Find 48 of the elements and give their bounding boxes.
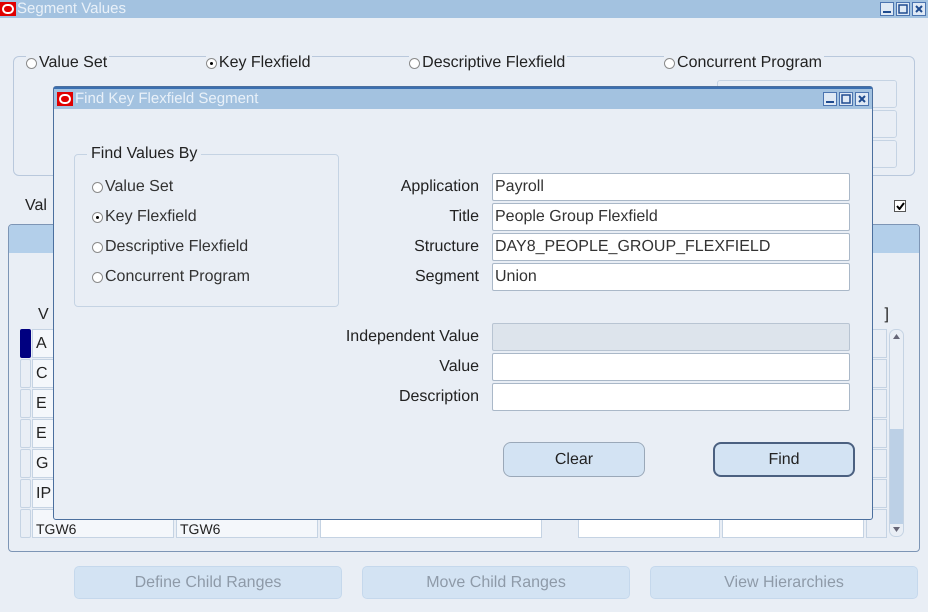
logo-icon [57, 92, 73, 106]
minimize-icon[interactable] [880, 2, 894, 16]
field-label: Title [448, 207, 479, 227]
field-label: Structure [413, 237, 479, 257]
minimize-icon[interactable] [823, 92, 837, 106]
close-icon[interactable] [912, 2, 926, 16]
checkbox[interactable] [894, 200, 906, 212]
dialog-button[interactable]: Find [713, 442, 855, 477]
column-header: ] [884, 305, 889, 325]
radio-button[interactable] [26, 58, 37, 68]
radio-button[interactable] [409, 58, 420, 68]
radio-label[interactable]: Value Set [39, 51, 108, 75]
field-label: Application [400, 177, 479, 197]
radio-button[interactable] [664, 58, 676, 68]
group-title: Find Values By [87, 145, 202, 163]
radio-button[interactable] [92, 242, 103, 252]
input-field[interactable] [492, 383, 850, 411]
logo-icon [0, 2, 16, 16]
radio-label[interactable]: Value Set [105, 175, 174, 199]
input-field[interactable] [492, 353, 850, 381]
maximize-icon[interactable] [896, 2, 910, 16]
radio-button[interactable] [92, 212, 103, 222]
window-title: Segment Values [17, 0, 126, 19]
dialog-button[interactable]: Clear [503, 442, 645, 477]
radio-label[interactable]: Concurrent Program [677, 51, 822, 75]
radio-button[interactable] [92, 272, 103, 282]
scrollbar[interactable] [889, 329, 904, 537]
radio-label[interactable]: Concurrent Program [105, 265, 250, 289]
field-label: Segment [414, 267, 479, 287]
field-label: Independent Value [344, 327, 479, 347]
field-label: Val [25, 196, 47, 216]
close-icon[interactable] [855, 92, 869, 106]
column-header: V [38, 305, 49, 325]
maximize-icon[interactable] [839, 92, 853, 106]
field-label: Description [398, 387, 479, 407]
input-field[interactable]: Payroll [492, 173, 850, 201]
field-label: Value [438, 357, 479, 377]
input-field[interactable]: Union [492, 263, 850, 291]
radio-button[interactable] [206, 58, 217, 68]
input-field[interactable]: DAY8_PEOPLE_GROUP_FLEXFIELD [492, 233, 850, 261]
radio-label[interactable]: Key Flexfield [105, 205, 197, 229]
radio-label[interactable]: Key Flexfield [218, 51, 310, 75]
dialog-title: Find Key Flexfield Segment [75, 88, 258, 109]
radio-button[interactable] [92, 182, 103, 192]
radio-label[interactable]: Descriptive Flexfield [105, 235, 248, 259]
checkmark-icon [896, 202, 904, 210]
radio-label[interactable]: Descriptive Flexfield [422, 51, 566, 75]
input-field[interactable]: People Group Flexfield [492, 203, 850, 231]
